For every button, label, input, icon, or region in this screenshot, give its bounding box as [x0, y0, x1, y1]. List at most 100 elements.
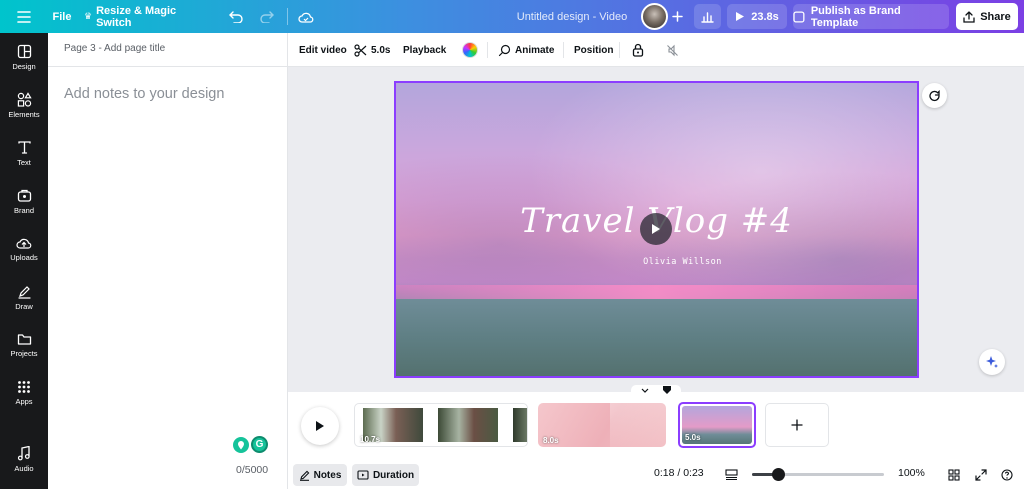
insights-button[interactable] [694, 4, 721, 29]
menu-icon[interactable] [12, 4, 36, 29]
trim-button[interactable]: 5.0s [354, 33, 390, 67]
sidebar-item-uploads[interactable]: Uploads [0, 227, 48, 271]
redo-button[interactable] [255, 4, 279, 29]
sidebar-item-elements[interactable]: Elements [0, 83, 48, 127]
elements-icon [17, 91, 32, 107]
crown-icon: ♛ [84, 11, 93, 21]
help-icon [1001, 469, 1013, 481]
file-menu-label: File [52, 10, 72, 23]
clip-duration: 10.7s [360, 435, 381, 444]
sidebar-item-text[interactable]: Text [0, 131, 48, 175]
slide-subtitle[interactable]: Olivia Willson [396, 257, 917, 267]
sidebar-item-design[interactable]: Design [0, 35, 48, 79]
share-button[interactable]: Share [956, 3, 1018, 30]
file-menu-button[interactable]: File [48, 4, 76, 29]
undo-button[interactable] [224, 4, 248, 29]
help-button[interactable] [1001, 468, 1013, 486]
share-label: Share [980, 10, 1011, 23]
duration-toggle-button[interactable]: Duration [352, 464, 419, 486]
grammarly-icon[interactable]: G [251, 436, 268, 453]
page-title-input[interactable]: Page 3 - Add page title [64, 43, 165, 54]
sidebar-item-brand[interactable]: Brand [0, 179, 48, 223]
clip-duration: 5.0s [685, 433, 701, 442]
notes-toggle-button[interactable]: Notes [293, 464, 347, 486]
character-count: 0/5000 [236, 464, 269, 476]
edit-video-button[interactable]: Edit video [299, 33, 347, 67]
lock-button[interactable] [632, 33, 644, 67]
avatar[interactable] [641, 3, 668, 30]
slide-play-button[interactable] [640, 213, 672, 245]
playback-button[interactable]: Playback [403, 33, 446, 67]
location-pin-icon[interactable] [233, 437, 249, 453]
magic-assistant-button[interactable] [979, 349, 1005, 375]
folder-icon [17, 334, 31, 345]
publish-brand-template-button[interactable]: Publish as Brand Template [793, 4, 949, 29]
add-collaborator-button[interactable] [666, 4, 688, 29]
clip-thumbnail: 5.0s [682, 406, 752, 444]
trim-duration-label: 5.0s [371, 44, 391, 56]
top-bar: File ♛ Resize & Magic Switch Untitled de… [0, 0, 1024, 33]
document-title[interactable]: Untitled design - Video [510, 0, 634, 33]
timeline-clip[interactable]: 8.0s [538, 403, 666, 447]
design-icon [17, 44, 31, 58]
lock-icon [632, 43, 644, 57]
chevron-down-icon [641, 388, 649, 393]
add-page-button[interactable] [765, 403, 829, 447]
video-slide[interactable]: Travel Vlog #4 Olivia Willson [396, 83, 917, 376]
grid-view-icon [948, 469, 960, 481]
divider [563, 42, 564, 58]
cloud-save-button[interactable] [294, 4, 318, 29]
divider [287, 8, 288, 25]
timeline-play-button[interactable] [301, 407, 339, 445]
grid-view-button[interactable] [948, 468, 960, 486]
sidebar-item-apps[interactable]: Apps [0, 371, 48, 415]
sidebar-item-label: Brand [13, 205, 34, 215]
notes-icon [299, 470, 309, 481]
sidebar-item-draw[interactable]: Draw [0, 275, 48, 319]
position-button[interactable]: Position [574, 33, 613, 67]
plus-icon [791, 419, 803, 431]
fullscreen-button[interactable] [975, 468, 987, 486]
sidebar-item-label: Text [17, 157, 31, 167]
sidebar-item-label: Apps [15, 397, 33, 406]
upload-icon [16, 238, 32, 249]
scissors-icon [354, 43, 367, 57]
mute-button[interactable] [666, 33, 679, 67]
share-icon [963, 10, 975, 23]
zoom-slider-track[interactable] [752, 468, 884, 481]
audio-icon [17, 445, 30, 460]
sidebar-item-audio[interactable]: Audio [0, 437, 48, 481]
resize-label: Resize & Magic Switch [96, 4, 177, 29]
sidebar-item-label: Projects [10, 349, 38, 358]
fit-view-button[interactable] [725, 468, 738, 486]
playhead-icon [663, 386, 671, 394]
animate-button[interactable]: Animate [498, 33, 554, 67]
plus-icon [671, 11, 683, 22]
sidebar-item-label: Elements [8, 109, 40, 119]
timeline-clip-selected[interactable]: 5.0s [678, 402, 756, 448]
add-comment-button[interactable] [922, 83, 947, 108]
sidebar-item-label: Design [12, 61, 36, 71]
resize-button[interactable]: ♛ Resize & Magic Switch [84, 4, 208, 29]
divider [487, 42, 488, 58]
mute-icon [667, 44, 678, 56]
clip-thumbnail [610, 403, 666, 447]
cloud-check-icon [298, 12, 314, 23]
duration-icon [357, 470, 369, 480]
sidebar-item-projects[interactable]: Projects [0, 323, 48, 367]
play-icon [316, 421, 324, 431]
play-preview-button[interactable]: 23.8s [727, 4, 787, 29]
timeline: 10.7s 8.0s 5.0s Notes Duration 0:18 / 0:… [288, 385, 1024, 489]
zoom-level[interactable]: 100% [898, 467, 925, 479]
zoom-slider-thumb[interactable] [772, 468, 786, 481]
bar-chart-icon [701, 11, 714, 23]
timeline-collapse-handle[interactable] [631, 385, 681, 395]
brand-icon [17, 189, 31, 202]
notes-textarea[interactable]: Add notes to your design [64, 86, 224, 102]
clip-duration: 8.0s [543, 436, 559, 445]
publish-label: Publish as Brand Template [810, 4, 901, 29]
timeline-clip[interactable]: 10.7s [354, 403, 528, 447]
context-toolbar: Edit video 5.0s Playback Animate Positio… [288, 33, 1024, 67]
fit-view-icon [725, 469, 738, 481]
color-button[interactable] [462, 33, 478, 67]
